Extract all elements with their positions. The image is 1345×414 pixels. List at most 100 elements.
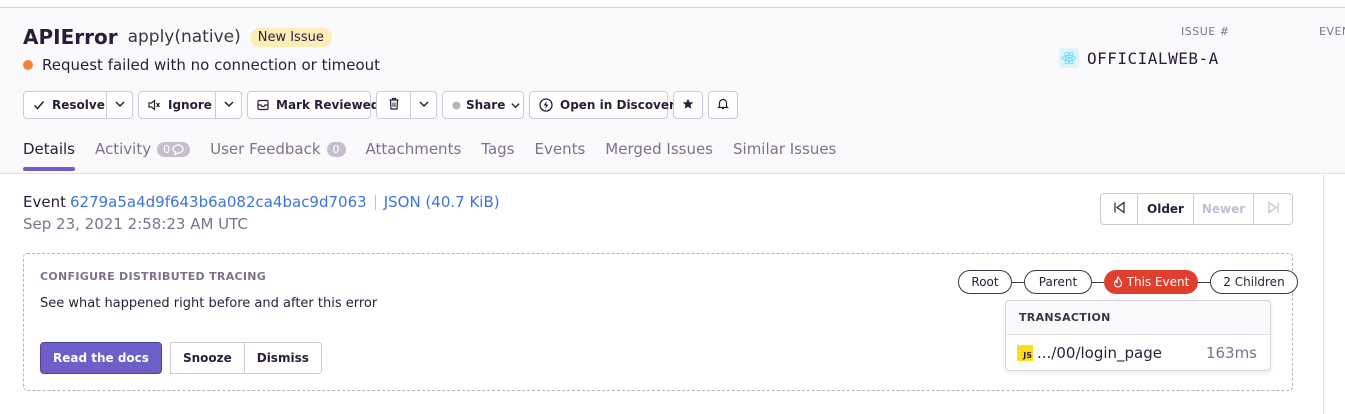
tracing-description: See what happened right before and after… — [40, 296, 378, 311]
trace-parent[interactable]: Parent — [1024, 270, 1092, 294]
top-border — [0, 0, 1345, 8]
transaction-name: .../00/login_page — [1037, 344, 1163, 362]
tab-attachments-label: Attachments — [365, 140, 462, 158]
tab-user-feedback[interactable]: User Feedback 0 — [210, 140, 346, 169]
tab-details[interactable]: Details — [23, 140, 76, 171]
tab-details-label: Details — [23, 140, 76, 158]
resolve-label: Resolve — [52, 98, 105, 112]
title-row: APIError apply(native) New Issue — [23, 25, 332, 49]
tracing-heading: CONFIGURE DISTRIBUTED TRACING — [40, 270, 267, 283]
tab-tags[interactable]: Tags — [481, 140, 514, 169]
resolve-dropdown-button[interactable] — [107, 91, 133, 119]
tracing-actions: Read the docs Snooze Dismiss — [40, 342, 322, 374]
tab-merged-issues[interactable]: Merged Issues — [605, 140, 713, 169]
check-icon — [33, 99, 45, 111]
transaction-duration: 163ms — [1205, 344, 1257, 362]
fire-icon — [1113, 276, 1123, 288]
open-in-discover-button[interactable]: Open in Discover — [529, 91, 675, 119]
tab-similar-issues-label: Similar Issues — [733, 140, 837, 158]
resolve-button[interactable]: Resolve — [23, 91, 107, 119]
skip-last-icon — [1267, 201, 1280, 217]
bell-icon — [717, 97, 729, 113]
resolve-group: Resolve — [23, 91, 133, 119]
delete-button[interactable] — [376, 91, 411, 119]
transaction-popup: TRANSACTION JS .../00/login_page 163ms — [1005, 300, 1271, 371]
event-separator — [374, 194, 376, 210]
trace-breadcrumbs: Root Parent This Event 2 Children — [958, 270, 1298, 294]
chevron-down-icon — [223, 98, 235, 113]
share-status-dot-icon — [452, 101, 461, 110]
message-row: Request failed with no connection or tim… — [23, 56, 380, 74]
trace-connector — [1012, 281, 1024, 283]
tab-user-feedback-label: User Feedback — [210, 140, 321, 158]
issue-id-row: OFFICIALWEB-A — [1059, 48, 1219, 68]
skip-first-icon — [1113, 201, 1126, 217]
chevron-down-icon — [418, 98, 430, 113]
newest-button[interactable] — [1254, 193, 1293, 225]
event-json-link[interactable]: JSON (40.7 KiB) — [384, 193, 500, 211]
trace-connector — [1092, 281, 1104, 283]
issue-message: Request failed with no connection or tim… — [42, 56, 381, 74]
event-heading: Event 6279a5a4d9f643b6a082ca4bac9d7063 J… — [23, 193, 500, 211]
javascript-icon: JS — [1017, 345, 1033, 361]
star-icon — [682, 98, 694, 113]
activity-count: 0 — [163, 142, 171, 156]
user-feedback-count-badge: 0 — [326, 141, 346, 157]
event-navigation: Older Newer — [1100, 193, 1293, 225]
tab-events[interactable]: Events — [534, 140, 585, 169]
issue-header: APIError apply(native) New Issue Request… — [0, 8, 1345, 174]
dismiss-button[interactable]: Dismiss — [244, 342, 322, 374]
event-id-link[interactable]: 6279a5a4d9f643b6a082ca4bac9d7063 — [70, 193, 367, 211]
ignore-button[interactable]: Ignore — [138, 91, 216, 119]
tab-activity-label: Activity — [95, 140, 152, 158]
this-event-label: This Event — [1126, 275, 1190, 289]
trace-connector — [1198, 281, 1210, 283]
chevron-down-icon — [114, 98, 126, 113]
issue-actions: Resolve Ignore Mark Reviewed Share Open … — [23, 91, 743, 119]
issue-subtitle: apply(native) — [127, 27, 241, 47]
issue-title: APIError — [23, 25, 118, 49]
tab-activity[interactable]: Activity 0 — [95, 140, 191, 169]
react-icon — [1059, 48, 1079, 68]
trace-this-event[interactable]: This Event — [1104, 270, 1198, 294]
ignore-label: Ignore — [168, 98, 212, 112]
ignore-dropdown-button[interactable] — [216, 91, 242, 119]
open-discover-label: Open in Discover — [560, 98, 675, 112]
subscribe-button[interactable] — [708, 91, 738, 119]
level-dot-icon — [23, 60, 33, 70]
issue-short-id[interactable]: OFFICIALWEB-A — [1087, 49, 1219, 68]
oldest-button[interactable] — [1100, 193, 1138, 225]
trace-children[interactable]: 2 Children — [1210, 270, 1298, 294]
bookmark-button[interactable] — [673, 91, 703, 119]
newer-button[interactable]: Newer — [1194, 193, 1254, 225]
discover-icon — [539, 98, 553, 112]
event-label: Event — [23, 193, 66, 211]
share-label: Share — [466, 98, 506, 112]
transaction-heading: TRANSACTION — [1006, 301, 1270, 335]
share-button[interactable]: Share — [442, 91, 524, 119]
tab-merged-issues-label: Merged Issues — [605, 140, 713, 158]
distributed-tracing-prompt: CONFIGURE DISTRIBUTED TRACING See what h… — [23, 253, 1298, 391]
chevron-down-icon — [510, 100, 521, 111]
event-date: Sep 23, 2021 2:58:23 AM UTC — [23, 215, 248, 233]
mark-reviewed-label: Mark Reviewed — [276, 98, 380, 112]
read-docs-button[interactable]: Read the docs — [40, 342, 162, 374]
delete-dropdown-button[interactable] — [411, 91, 437, 119]
mute-icon — [148, 99, 161, 111]
issue-tabs: Details Activity 0 User Feedback 0 Attac… — [23, 140, 856, 171]
events-label: EVEN — [1319, 25, 1345, 38]
tab-events-label: Events — [534, 140, 586, 158]
trace-root[interactable]: Root — [958, 270, 1012, 294]
transaction-row[interactable]: JS .../00/login_page 163ms — [1006, 335, 1270, 371]
issue-number-label: ISSUE # — [1181, 25, 1230, 38]
snooze-button[interactable]: Snooze — [169, 342, 245, 374]
ignore-group: Ignore — [138, 91, 242, 119]
older-button[interactable]: Older — [1138, 193, 1194, 225]
inbox-icon — [257, 99, 269, 111]
mark-reviewed-button[interactable]: Mark Reviewed — [247, 91, 379, 119]
sidebar-divider — [1323, 175, 1324, 414]
delete-group — [376, 91, 437, 119]
tab-similar-issues[interactable]: Similar Issues — [733, 140, 836, 169]
tab-tags-label: Tags — [481, 140, 515, 158]
tab-attachments[interactable]: Attachments — [366, 140, 462, 169]
